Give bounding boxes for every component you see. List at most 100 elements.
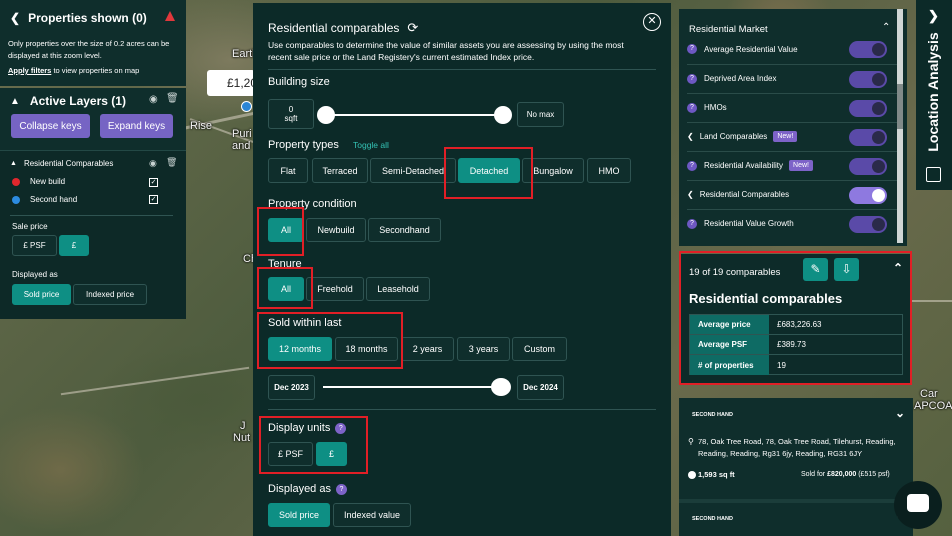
date-from-input[interactable]: Dec 2023 <box>268 375 315 400</box>
date-to-input[interactable]: Dec 2024 <box>517 375 564 400</box>
market-layer-row[interactable]: ? Residential Availability New! <box>687 151 897 179</box>
tenure-all-button[interactable]: All <box>268 277 304 301</box>
info-icon[interactable]: ? <box>687 218 697 229</box>
display-units-psf-button[interactable]: £ PSF <box>268 442 313 466</box>
info-icon[interactable]: ? <box>687 73 697 84</box>
market-layer-row[interactable]: ❮ Land Comparables New! <box>687 122 897 150</box>
apply-filters-link[interactable]: Apply filters <box>8 66 51 75</box>
chevron-up-icon[interactable]: ⌃ <box>882 22 890 33</box>
location-analysis-tab[interactable]: ❯ Location Analysis <box>916 0 952 190</box>
map-property-dot[interactable] <box>241 101 252 112</box>
info-icon[interactable]: ? <box>687 44 697 54</box>
type-semi-detached-button[interactable]: Semi-Detached <box>370 158 456 183</box>
building-size-min-input[interactable]: 0 sqft <box>268 99 314 129</box>
displayed-as-sold-price-button[interactable]: Sold price <box>12 284 71 305</box>
listing-card[interactable]: SECOND HAND ⌄ ⚲ 78, Oak Tree Road, 78, O… <box>679 398 913 490</box>
layer-toggle[interactable] <box>849 100 887 117</box>
type-terraced-button[interactable]: Terraced <box>312 158 368 183</box>
tenure-leasehold-button[interactable]: Leasehold <box>366 277 430 301</box>
layer-toggle[interactable] <box>849 41 887 58</box>
stat-key: Average PSF <box>690 335 769 354</box>
tenure-freehold-button[interactable]: Freehold <box>306 277 364 301</box>
properties-shown-header[interactable]: ❮ Properties shown (0) <box>10 11 147 25</box>
display-units-gbp-button[interactable]: £ <box>316 442 347 466</box>
building-size-slider-track[interactable] <box>324 114 502 116</box>
map-label: Car <box>920 388 938 400</box>
min-unit: sqft <box>284 114 298 123</box>
apply-filters-suffix: to view properties on map <box>53 66 140 75</box>
displayed-as-indexed-value-button[interactable]: Indexed value <box>333 503 411 527</box>
chat-button[interactable] <box>894 481 942 529</box>
listing-address: 78, Oak Tree Road, 78, Oak Tree Road, Ti… <box>698 437 896 458</box>
market-layer-row[interactable]: ❮ Residential Comparables <box>687 180 897 208</box>
layer-toggle[interactable] <box>849 187 887 204</box>
listing-card[interactable]: SECOND HAND ⌄ <box>679 499 913 536</box>
chevron-up-icon[interactable]: ⌃ <box>893 261 903 275</box>
new-build-checkbox[interactable]: ✓ <box>149 178 158 187</box>
download-button[interactable]: ⇩ <box>834 258 859 281</box>
toggle-all-link[interactable]: Toggle all <box>353 140 389 150</box>
building-size-slider-min-handle[interactable] <box>317 106 335 124</box>
trash-icon[interactable]: 🗑 <box>166 93 179 104</box>
layer-key-residential-comparables: ▲ Residential Comparables ◉ 🗑 New build … <box>0 150 186 319</box>
refresh-icon[interactable]: ⟳ <box>407 20 418 36</box>
type-flat-button[interactable]: Flat <box>268 158 308 183</box>
edit-button[interactable]: ✎ <box>803 258 828 281</box>
building-size-slider-max-handle[interactable] <box>494 106 512 124</box>
info-icon[interactable]: ? <box>687 160 697 171</box>
date-range-slider-track[interactable] <box>323 386 499 388</box>
sold-3-years-button[interactable]: 3 years <box>457 337 510 361</box>
sold-12-months-button[interactable]: 12 months <box>268 337 332 361</box>
sale-price-gbp-button[interactable]: £ <box>59 235 89 256</box>
map-label: J <box>240 420 246 432</box>
market-scrollbar[interactable] <box>897 9 903 243</box>
sale-price-psf-button[interactable]: £ PSF <box>12 235 57 256</box>
chevron-right-icon[interactable]: ❯ <box>928 8 939 24</box>
market-layer-row[interactable]: ? Average Residential Value <box>687 35 897 63</box>
type-hmo-button[interactable]: HMO <box>587 158 631 183</box>
type-bungalow-button[interactable]: Bungalow <box>522 158 584 183</box>
legend-label: New build <box>30 177 66 186</box>
info-icon[interactable]: ? <box>335 483 347 495</box>
sold-2-years-button[interactable]: 2 years <box>401 337 454 361</box>
second-hand-checkbox[interactable]: ✓ <box>149 195 158 204</box>
layer-toggle[interactable] <box>849 129 887 146</box>
sold-psf: (£515 psf) <box>856 471 890 478</box>
table-row: Average PSF £389.73 <box>690 335 902 355</box>
condition-newbuild-button[interactable]: Newbuild <box>306 218 366 242</box>
eye-icon[interactable]: ◉ <box>149 94 158 105</box>
displayed-as-sold-price-button[interactable]: Sold price <box>268 503 330 527</box>
condition-secondhand-button[interactable]: Secondhand <box>368 218 441 242</box>
layer-toggle[interactable] <box>849 158 887 175</box>
condition-all-button[interactable]: All <box>268 218 304 242</box>
chevron-left-icon[interactable]: ❮ <box>10 11 20 25</box>
close-icon[interactable]: ✕ <box>643 13 661 31</box>
chevron-up-icon[interactable]: ▲ <box>10 160 17 167</box>
layer-key-header[interactable]: ▲ Residential Comparables <box>10 159 113 168</box>
market-layer-row[interactable]: ? Residential Value Growth <box>687 209 897 237</box>
date-range-slider-handle[interactable] <box>491 378 511 396</box>
layer-toggle[interactable] <box>849 216 887 233</box>
map-price-marker[interactable]: £1,20 <box>207 70 257 96</box>
market-layer-row[interactable]: ? HMOs <box>687 93 897 121</box>
market-layer-row[interactable]: ? Deprived Area Index <box>687 64 897 92</box>
layer-toggle[interactable] <box>849 71 887 88</box>
trash-icon[interactable]: 🗑 <box>166 157 177 168</box>
info-icon[interactable]: ? <box>335 422 347 434</box>
building-size-max-input[interactable]: No max <box>517 102 564 127</box>
active-layers-header[interactable]: ▲ Active Layers (1) <box>10 94 126 108</box>
sold-18-months-button[interactable]: 18 months <box>335 337 398 361</box>
collapse-keys-button[interactable]: Collapse keys <box>11 114 90 138</box>
sold-custom-button[interactable]: Custom <box>512 337 567 361</box>
chevron-left-icon[interactable]: ❮ <box>687 132 694 141</box>
chevron-down-icon[interactable]: ⌄ <box>895 406 905 420</box>
expand-keys-button[interactable]: Expand keys <box>100 114 173 138</box>
map-layers-icon[interactable] <box>926 167 941 182</box>
stat-value: £389.73 <box>777 340 806 349</box>
info-icon[interactable]: ? <box>687 102 697 113</box>
displayed-as-indexed-price-button[interactable]: Indexed price <box>73 284 147 305</box>
type-detached-button[interactable]: Detached <box>458 158 520 183</box>
eye-icon[interactable]: ◉ <box>149 158 157 169</box>
chevron-up-icon[interactable]: ▲ <box>10 96 20 107</box>
chevron-left-icon[interactable]: ❮ <box>687 190 694 199</box>
